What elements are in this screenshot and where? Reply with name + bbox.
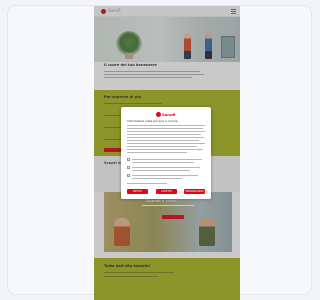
modal-text-line xyxy=(127,131,205,132)
consent-checkbox[interactable] xyxy=(127,166,130,169)
modal-text-line xyxy=(127,128,203,129)
modal-text-line xyxy=(127,183,167,184)
reject-button[interactable]: RIFIUTA xyxy=(127,189,148,194)
modal-text-line xyxy=(127,152,187,153)
consent-checkbox-label xyxy=(132,162,194,163)
modal-logo-text: Sanofi xyxy=(162,112,176,117)
consent-checkbox-label xyxy=(132,175,198,176)
modal-text-line xyxy=(127,140,199,141)
modal-text-line xyxy=(127,146,197,147)
cookie-consent-modal: Sanofi Informativa sulla privacy e cooki… xyxy=(121,107,211,199)
modal-title: Informativa sulla privacy e cookie xyxy=(127,119,178,123)
consent-checkbox-label xyxy=(132,167,200,168)
modal-text-line xyxy=(127,125,205,126)
consent-checkbox[interactable] xyxy=(127,174,130,177)
modal-logo-icon xyxy=(156,112,161,117)
consent-checkbox-label xyxy=(132,170,190,171)
modal-text-line xyxy=(127,143,205,144)
modal-text-line xyxy=(127,137,204,138)
consent-checkbox-label xyxy=(132,178,182,179)
consent-checkbox-label xyxy=(132,159,202,160)
modal-text-line xyxy=(127,149,203,150)
accept-button[interactable]: ACCETTA xyxy=(156,189,177,194)
customize-button[interactable]: PERSONALIZZA xyxy=(184,189,205,194)
consent-checkbox[interactable] xyxy=(127,158,130,161)
modal-text-line xyxy=(127,134,201,135)
